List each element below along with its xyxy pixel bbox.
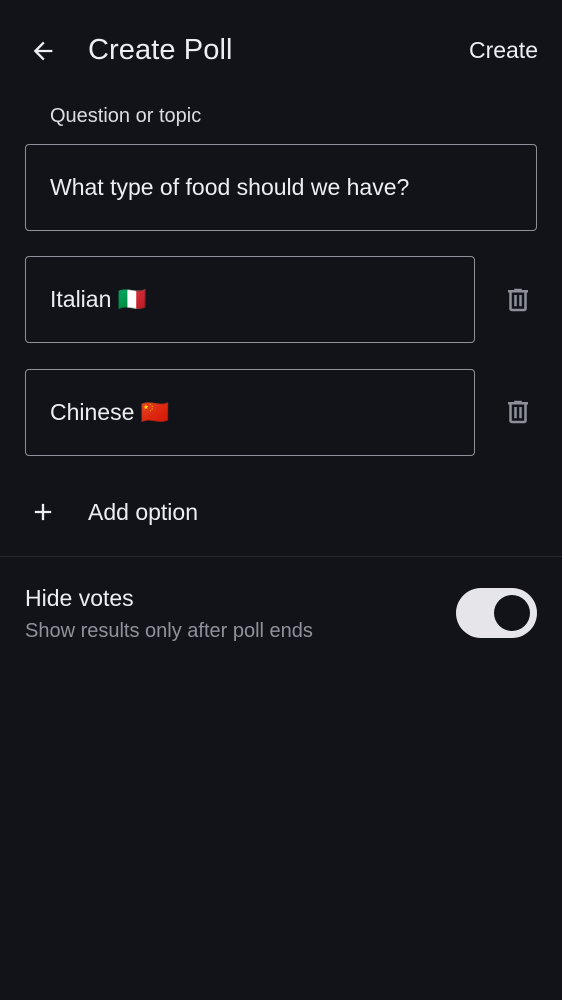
- add-option-label: Add option: [88, 498, 198, 525]
- option-input-1[interactable]: Italian 🇮🇹: [25, 256, 475, 343]
- question-input-value: What type of food should we have?: [50, 174, 410, 200]
- top-app-bar: Create Poll Create: [0, 0, 562, 100]
- divider: [0, 556, 562, 557]
- arrow-left-icon: [33, 41, 53, 61]
- trash-icon: [508, 400, 528, 424]
- option-input-value: Italian 🇮🇹: [50, 286, 147, 312]
- question-label: Question or topic: [50, 105, 202, 127]
- option-input-2[interactable]: Chinese 🇨🇳: [25, 369, 475, 456]
- hide-votes-title: Hide votes: [25, 585, 134, 611]
- back-button[interactable]: [20, 28, 66, 74]
- toggle-knob: [494, 595, 530, 631]
- page-title: Create Poll: [88, 34, 233, 66]
- plus-icon: [20, 489, 66, 535]
- question-input[interactable]: What type of food should we have?: [25, 144, 537, 231]
- add-option-button[interactable]: Add option: [20, 488, 320, 536]
- trash-icon: [508, 288, 528, 312]
- hide-votes-subtitle: Show results only after poll ends: [25, 620, 313, 642]
- delete-option-2-button[interactable]: [498, 392, 538, 432]
- option-input-value: Chinese 🇨🇳: [50, 399, 170, 425]
- delete-option-1-button[interactable]: [498, 280, 538, 320]
- create-button[interactable]: Create: [469, 34, 538, 66]
- create-poll-screen: Create Poll Create Question or topic Wha…: [0, 0, 562, 1000]
- hide-votes-toggle[interactable]: [456, 588, 537, 638]
